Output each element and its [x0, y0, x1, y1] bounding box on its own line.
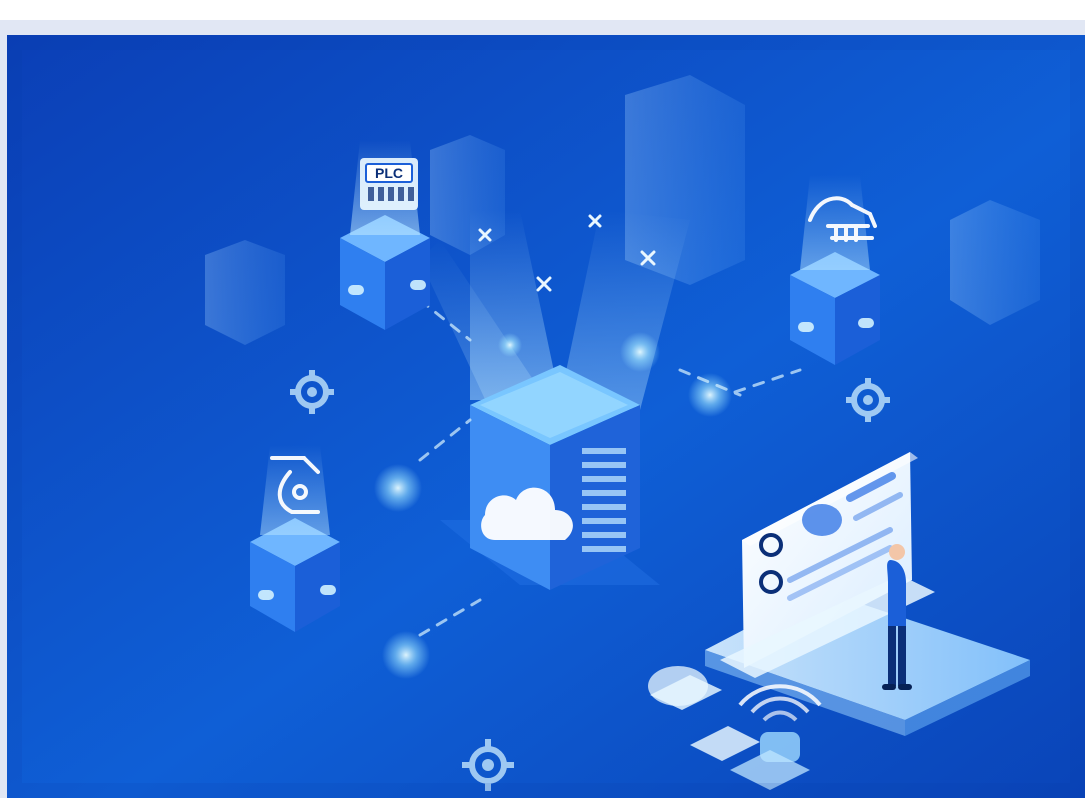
illustration-stage: PLC — [0, 0, 1085, 802]
sensor-pad — [648, 666, 708, 706]
plc-panel-icon: PLC — [360, 158, 418, 210]
iot-cloud-illustration: PLC — [0, 0, 1085, 802]
plc-text: PLC — [375, 165, 403, 181]
